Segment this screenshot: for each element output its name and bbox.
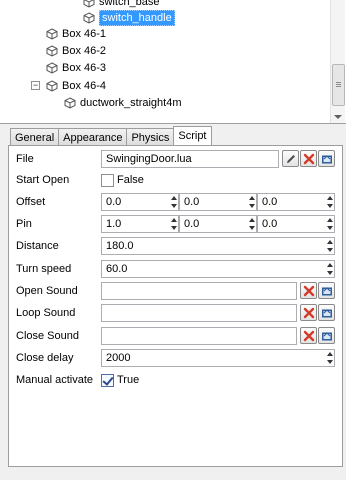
tree-item-label: Box 46-3: [62, 61, 107, 74]
pin-z-input[interactable]: 0.0: [257, 215, 335, 233]
folder-browse-icon: [321, 285, 333, 297]
open-sound-label: Open Sound: [16, 285, 78, 297]
pin-y-input[interactable]: 0.0: [179, 215, 257, 233]
file-label: File: [16, 153, 34, 165]
close-delay-spinner[interactable]: [327, 350, 334, 366]
offset-x-spinner[interactable]: [171, 194, 178, 210]
scene-tree[interactable]: switch_base switch_handle Box 46-1 Box 4…: [0, 0, 346, 124]
browse-open-sound-button[interactable]: [318, 282, 335, 299]
offset-x-input[interactable]: 0.0: [101, 193, 179, 211]
browse-file-button[interactable]: [318, 150, 335, 167]
pin-x-input[interactable]: 1.0: [101, 215, 179, 233]
tree-item[interactable]: Box 46-3: [46, 59, 106, 76]
pin-x-spinner[interactable]: [171, 216, 178, 232]
offset-z-spinner[interactable]: [327, 194, 334, 210]
browse-close-sound-button[interactable]: [318, 327, 335, 344]
turn-speed-input[interactable]: 60.0: [101, 260, 335, 278]
distance-label: Distance: [16, 240, 59, 252]
minus-icon: −: [32, 80, 39, 90]
tree-item[interactable]: Box 46-4: [46, 77, 106, 94]
tree-item[interactable]: Box 46-2: [46, 42, 106, 59]
manual-activate-label: Manual activate: [16, 374, 94, 386]
close-sound-field[interactable]: [101, 327, 297, 345]
file-field[interactable]: SwingingDoor.lua: [101, 150, 279, 168]
cube-icon: [83, 11, 95, 24]
scrollbar-thumb[interactable]: [332, 64, 345, 106]
close-delay-input[interactable]: 2000: [101, 349, 335, 367]
start-open-value: False: [117, 174, 144, 186]
tree-item-label: Box 46-4: [62, 79, 107, 92]
cube-icon: [64, 96, 76, 109]
tab-script[interactable]: Script: [173, 126, 212, 145]
tree-item-selected[interactable]: switch_handle: [83, 9, 175, 26]
clear-open-sound-button[interactable]: [300, 282, 317, 299]
start-open-checkbox[interactable]: [101, 174, 114, 187]
cube-icon: [83, 0, 95, 8]
tree-item-label: switch_handle: [99, 9, 175, 26]
loop-sound-label: Loop Sound: [16, 307, 76, 319]
offset-z-input[interactable]: 0.0: [257, 193, 335, 211]
cube-icon: [46, 79, 58, 92]
browse-loop-sound-button[interactable]: [318, 304, 335, 321]
pin-z-spinner[interactable]: [327, 216, 334, 232]
tree-scrollbar[interactable]: [330, 0, 345, 123]
tree-item[interactable]: Box 46-1: [46, 25, 106, 42]
folder-browse-icon: [321, 330, 333, 342]
scroll-down-arrow-icon[interactable]: [334, 115, 342, 119]
distance-spinner[interactable]: [327, 238, 334, 254]
red-x-icon: [303, 153, 315, 165]
open-sound-field[interactable]: [101, 282, 297, 300]
manual-activate-checkbox[interactable]: [101, 374, 114, 387]
distance-input[interactable]: 180.0: [101, 237, 335, 255]
clear-loop-sound-button[interactable]: [300, 304, 317, 321]
tab-general[interactable]: General: [10, 128, 60, 146]
clear-file-button[interactable]: [300, 150, 317, 167]
offset-y-input[interactable]: 0.0: [179, 193, 257, 211]
clear-close-sound-button[interactable]: [300, 327, 317, 344]
cube-icon: [46, 44, 58, 57]
red-x-icon: [303, 330, 315, 342]
offset-label: Offset: [16, 196, 46, 208]
turn-speed-spinner[interactable]: [327, 261, 334, 277]
cube-icon: [46, 27, 58, 40]
folder-browse-icon: [321, 307, 333, 319]
pin-y-spinner[interactable]: [249, 216, 256, 232]
pin-label: Pin: [16, 218, 32, 230]
tab-physics[interactable]: Physics: [126, 128, 175, 146]
offset-y-spinner[interactable]: [249, 194, 256, 210]
tree-item-label: Box 46-1: [62, 27, 107, 40]
tree-item[interactable]: ductwork_straight4m: [64, 94, 182, 111]
start-open-label: Start Open: [16, 174, 70, 186]
tree-item-label: ductwork_straight4m: [80, 96, 182, 109]
collapse-toggle[interactable]: −: [31, 81, 40, 90]
tree-item-label: Box 46-2: [62, 44, 107, 57]
tab-appearance[interactable]: Appearance: [58, 128, 128, 146]
cube-icon: [46, 61, 58, 74]
red-x-icon: [303, 307, 315, 319]
pencil-icon: [285, 153, 297, 165]
red-x-icon: [303, 285, 315, 297]
loop-sound-field[interactable]: [101, 304, 297, 322]
folder-browse-icon: [321, 153, 333, 165]
manual-activate-value: True: [117, 374, 140, 386]
property-tabs: General Appearance Physics Script: [10, 126, 212, 146]
edit-script-button[interactable]: [282, 150, 299, 167]
close-delay-label: Close delay: [16, 352, 74, 364]
tree-item-label: switch_base: [99, 0, 160, 8]
close-sound-label: Close Sound: [16, 330, 79, 342]
turn-speed-label: Turn speed: [16, 263, 72, 275]
